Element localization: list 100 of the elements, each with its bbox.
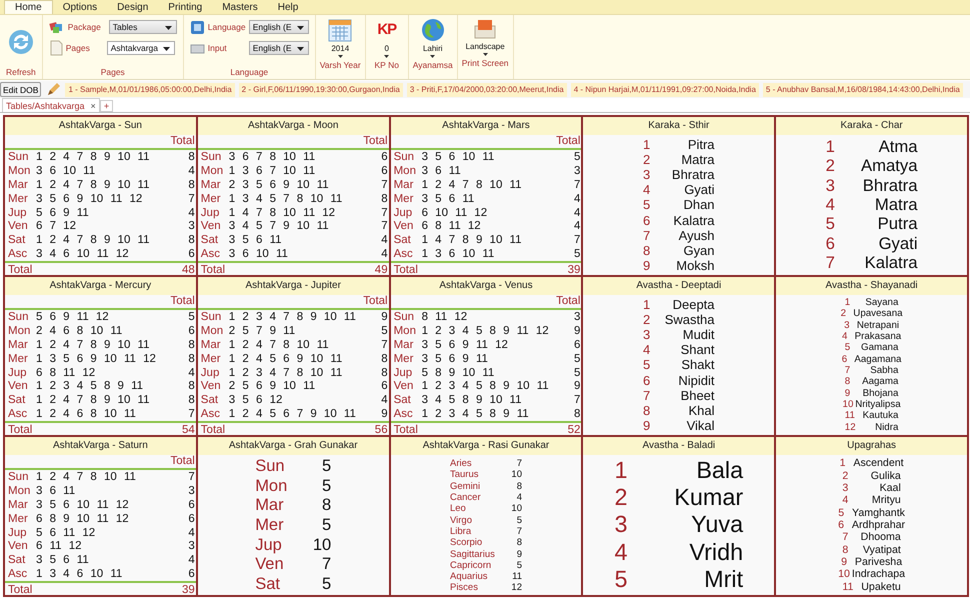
planet-name: Jup xyxy=(8,526,28,540)
item-name: Vikal xyxy=(686,418,715,433)
ribbon-tab[interactable]: Help xyxy=(268,0,308,14)
planet-name: Mar xyxy=(8,178,29,192)
panel-header: AshtakVarga - Rasi Gunakar xyxy=(390,437,582,455)
points-text: 2 5 7 9 11 xyxy=(228,324,296,338)
ribbon-tab[interactable]: Masters xyxy=(212,0,268,14)
item-number: 1 xyxy=(826,136,836,157)
item-number: 2 xyxy=(614,484,628,512)
item-name: Khal xyxy=(688,402,715,418)
item-number: 1 xyxy=(643,137,652,152)
row-total: 5 xyxy=(572,247,580,262)
planet-name: Sun xyxy=(200,310,222,324)
kp-logo[interactable]: KP xyxy=(377,18,396,42)
row-total: 6 xyxy=(380,164,388,178)
planet-name: Jup xyxy=(394,366,414,380)
planet-name: Sun xyxy=(8,150,30,164)
caret-icon[interactable] xyxy=(338,55,343,58)
row-total: 9 xyxy=(380,407,388,422)
item-number: 3 xyxy=(643,327,652,342)
points-text: 1 4 7 8 9 10 11 xyxy=(422,233,522,248)
points-text: 6 10 11 12 xyxy=(422,206,488,220)
planet-name: Jup xyxy=(8,366,28,380)
panel-header: AshtakVarga - Mercury xyxy=(5,277,196,295)
panel-header: AshtakVarga - Moon xyxy=(198,117,389,135)
row-total: 3 xyxy=(187,539,195,554)
points-text: 1 3 5 6 9 10 11 12 xyxy=(36,352,157,366)
caret-icon[interactable] xyxy=(430,55,436,58)
group-label: Print Screen xyxy=(462,58,509,70)
item-number: 4 xyxy=(643,342,652,358)
caret-icon[interactable] xyxy=(482,53,488,56)
person-entry[interactable]: 1 - Sample,M,01/01/1986,05:00:00,Delhi,India xyxy=(65,82,235,96)
item-number: 7 xyxy=(643,228,652,243)
item-name: Aagama xyxy=(861,376,898,388)
ribbon-tab[interactable]: Design xyxy=(107,0,158,14)
ribbon-tab[interactable]: Printing xyxy=(158,0,212,14)
item-name: Bala xyxy=(695,457,744,484)
points-text: 1 2 4 7 8 10 11 xyxy=(228,338,330,352)
add-tab-button[interactable]: + xyxy=(100,100,114,112)
close-button[interactable]: × xyxy=(90,100,96,110)
caret-icon xyxy=(296,47,304,51)
gunakar-value: 7 xyxy=(321,555,332,574)
person-entry[interactable]: 4 - Nipun Harjai,M,01/11/1991,09:27:00,Noida,India xyxy=(570,82,759,96)
input-dropdown[interactable]: English (E xyxy=(248,41,309,55)
planet-name: Jup xyxy=(200,366,220,380)
pages-dropdown[interactable]: Ashtakvarga xyxy=(106,41,175,55)
row-total: 6 xyxy=(187,498,195,512)
row-total: 4 xyxy=(187,164,195,178)
points-text: 1 2 4 7 8 10 11 xyxy=(422,178,522,192)
points-text: 1 3 4 6 10 11 xyxy=(36,567,124,582)
item-name: Deepta xyxy=(672,297,715,312)
caret-icon[interactable] xyxy=(384,55,390,58)
pencil-icon[interactable] xyxy=(45,82,62,98)
planet-name: Mon xyxy=(200,164,224,178)
edit-dob-button[interactable]: Edit DOB xyxy=(0,82,42,97)
package-dropdown[interactable]: Tables xyxy=(108,20,177,34)
document-tab[interactable]: Tables/Ashtakvarga × xyxy=(2,98,100,112)
points-text: 1 2 3 4 7 8 9 10 11 xyxy=(228,310,357,324)
points-text: 5 6 11 12 xyxy=(36,526,96,540)
row-total: 4 xyxy=(380,393,388,408)
item-name: Gyati xyxy=(683,182,715,198)
sign-name: Taurus xyxy=(450,469,480,480)
points-text: 3 5 6 9 11 12 xyxy=(422,338,509,352)
item-name: Shant xyxy=(680,342,715,358)
item-name: Ardhprahar xyxy=(852,518,906,531)
total-label: Total xyxy=(8,263,32,275)
item-name: Prakasana xyxy=(854,331,902,342)
planet-name: Mar xyxy=(8,338,29,352)
item-number: 4 xyxy=(614,538,628,566)
item-number: 6 xyxy=(842,354,848,365)
row-total: 5 xyxy=(572,366,580,380)
item-name: Gamana xyxy=(860,342,898,354)
gunakar-value: 12 xyxy=(510,582,522,594)
language-dropdown[interactable]: English (E xyxy=(248,20,309,34)
points-text: 3 6 10 11 xyxy=(36,164,96,178)
planet-name: Jup xyxy=(200,206,220,220)
row-total: 4 xyxy=(187,206,195,220)
points-text: 3 4 5 7 9 10 11 xyxy=(228,219,330,234)
gunakar-value: 5 xyxy=(516,514,522,526)
grand-total: 39 xyxy=(182,583,195,595)
item-name: Ayush xyxy=(678,228,715,243)
gunakar-value: 8 xyxy=(516,537,522,548)
person-entry[interactable]: 2 - Girl,F,06/11/1990,19:30:00,Gurgaon,India xyxy=(238,82,403,96)
person-entry[interactable]: 5 - Anubhav Bansal,M,16/08/1984,14:43:00,Delhi,India xyxy=(762,82,963,96)
planet-name: Mer xyxy=(200,192,222,206)
item-name: Upavesana xyxy=(853,308,903,320)
panel-header: AshtakVarga - Grah Gunakar xyxy=(198,437,389,455)
item-number: 5 xyxy=(838,506,846,519)
print-icon[interactable] xyxy=(473,18,498,40)
panel-header: Avastha - Deeptadi xyxy=(583,277,774,295)
item-number: 8 xyxy=(643,402,652,418)
ribbon-tab[interactable]: Home xyxy=(4,0,53,14)
tool-value: Landscape xyxy=(466,42,505,51)
item-name: Vyatipat xyxy=(862,544,901,556)
item-number: 9 xyxy=(841,556,848,568)
person-entry[interactable]: 3 - Priti,F,17/04/2000,03:20:00,Meerut,India xyxy=(406,82,567,96)
planet-name: Ven xyxy=(8,539,29,554)
globe-icon[interactable] xyxy=(420,18,445,42)
points-text: 6 11 12 xyxy=(36,539,83,554)
ribbon-tab[interactable]: Options xyxy=(52,0,108,14)
